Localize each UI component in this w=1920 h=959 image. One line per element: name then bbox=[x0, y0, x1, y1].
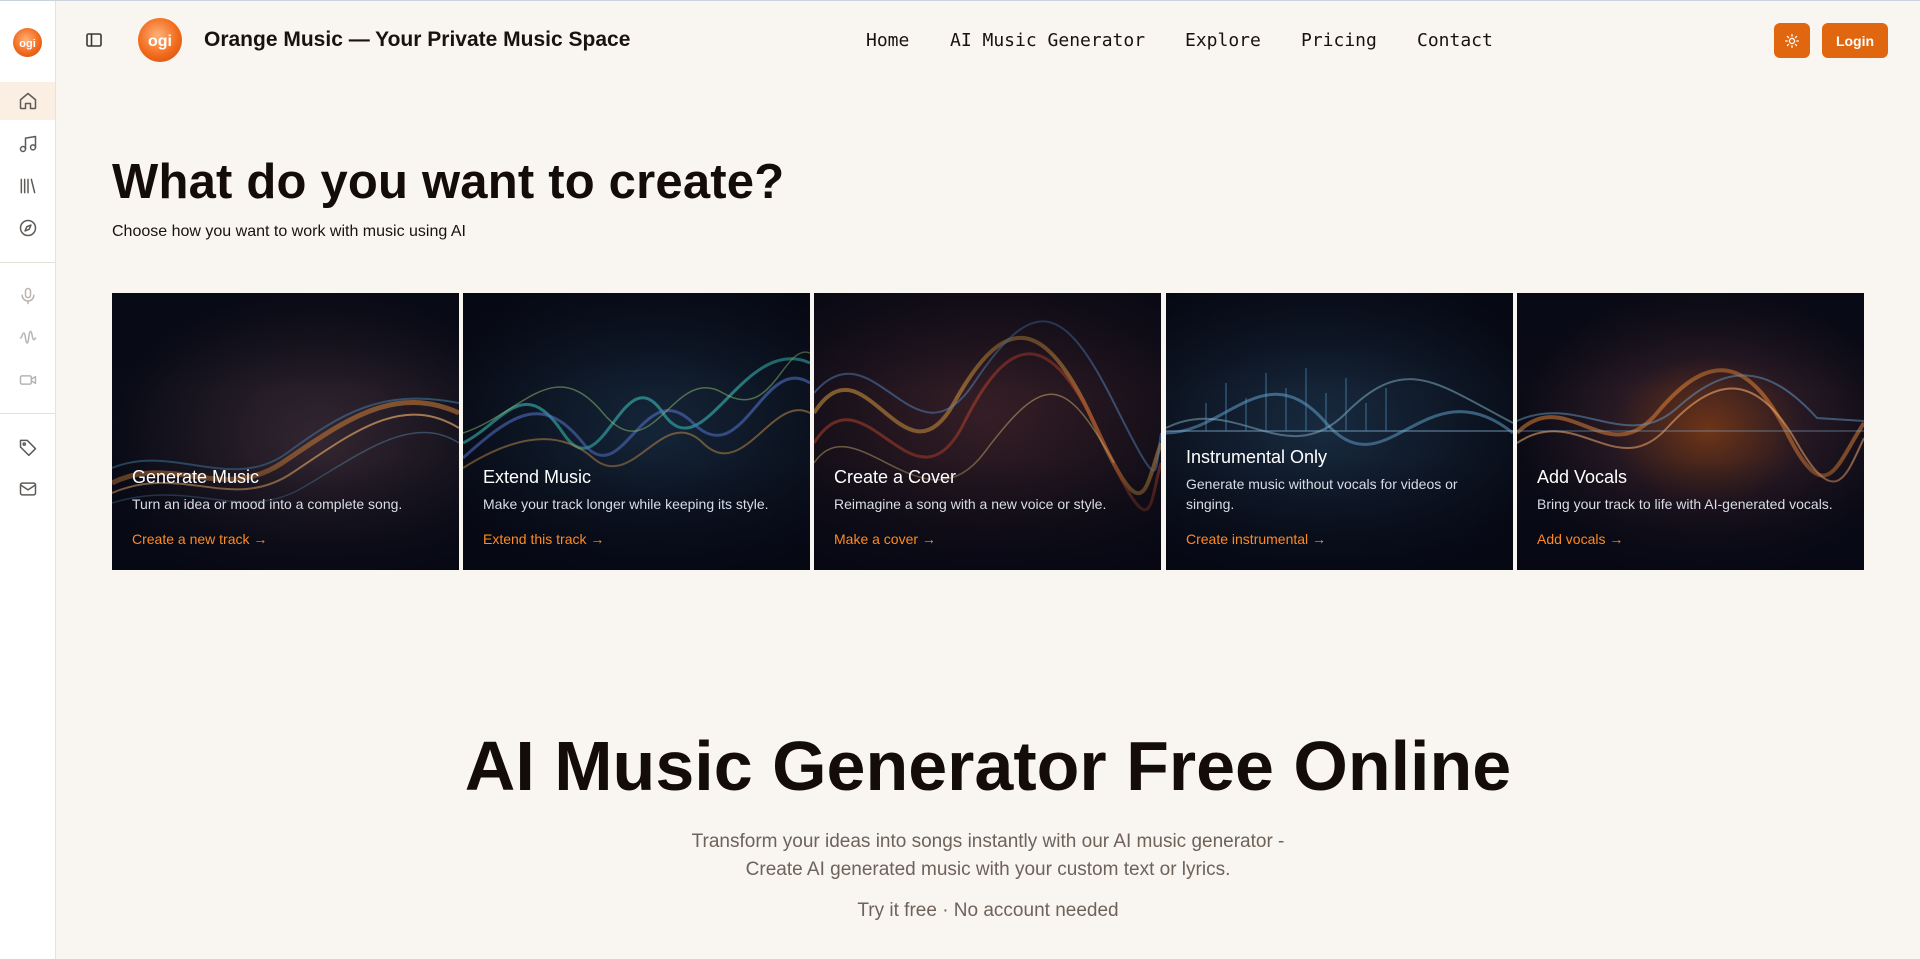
waveform-icon bbox=[19, 330, 36, 344]
card-title: Extend Music bbox=[483, 467, 592, 487]
sidebar-logo[interactable]: ogi bbox=[13, 28, 42, 57]
sidebar: ogi bbox=[0, 1, 56, 959]
generator-note: Try it free · No account needed bbox=[857, 900, 1119, 921]
sidebar-toggle-button[interactable] bbox=[84, 30, 104, 50]
sidebar-item-contact[interactable] bbox=[0, 470, 55, 508]
brand-title: Orange Music — Your Private Music Space bbox=[204, 28, 631, 51]
compass-icon bbox=[19, 219, 36, 237]
generator-title: AI Music Generator Free Online bbox=[464, 727, 1512, 805]
nav-ai-music-generator[interactable]: AI Music Generator bbox=[950, 30, 1145, 51]
card-link[interactable]: Create instrumental → bbox=[1186, 531, 1326, 547]
home-icon bbox=[19, 92, 36, 110]
sidebar-divider bbox=[0, 262, 55, 263]
nav-explore[interactable]: Explore bbox=[1185, 30, 1261, 51]
tag-icon bbox=[19, 439, 36, 457]
login-button[interactable]: Login bbox=[1822, 23, 1888, 58]
nav-pricing[interactable]: Pricing bbox=[1301, 30, 1377, 51]
svg-text:ogi: ogi bbox=[19, 38, 36, 50]
svg-text:ogi: ogi bbox=[148, 33, 172, 50]
logo-mark-icon: ogi bbox=[19, 38, 36, 50]
window-top-border bbox=[0, 0, 1920, 1]
card-link[interactable]: Create a new track → bbox=[132, 531, 267, 547]
card-overlay bbox=[463, 293, 810, 570]
video-icon bbox=[19, 375, 36, 385]
card-overlay bbox=[814, 293, 1161, 570]
card-title: Create a Cover bbox=[834, 467, 957, 487]
sun-icon bbox=[1784, 33, 1800, 48]
page-subtitle: Choose how you want to work with music u… bbox=[112, 223, 466, 240]
sidebar-toggle-icon bbox=[86, 33, 102, 47]
card-extend-music[interactable]: Extend Music Make your track longer whil… bbox=[463, 293, 810, 570]
card-overlay bbox=[1166, 293, 1513, 570]
theme-toggle-button[interactable] bbox=[1774, 23, 1810, 58]
card-overlay bbox=[112, 293, 459, 570]
brand-logo[interactable]: ogi bbox=[138, 18, 182, 62]
page-title: What do you want to create? bbox=[112, 155, 785, 209]
card-create-cover[interactable]: Create a Cover Reimagine a song with a n… bbox=[814, 293, 1161, 570]
library-icon bbox=[20, 178, 35, 194]
sidebar-item-music[interactable] bbox=[0, 125, 55, 163]
sidebar-item-video[interactable] bbox=[0, 361, 55, 399]
generator-subtitle-line: Transform your ideas into songs instantl… bbox=[691, 831, 1285, 852]
generator-subtitle: Transform your ideas into songs instantl… bbox=[0, 828, 1920, 884]
card-title: Add Vocals bbox=[1537, 467, 1628, 487]
card-title: Instrumental Only bbox=[1186, 447, 1328, 467]
sidebar-item-library[interactable] bbox=[0, 167, 55, 205]
card-instrumental-only[interactable]: Instrumental Only Generate music without… bbox=[1166, 293, 1513, 570]
card-description: Make your track longer while keeping its… bbox=[483, 496, 769, 512]
sidebar-item-voice[interactable] bbox=[0, 277, 55, 315]
nav-contact[interactable]: Contact bbox=[1417, 30, 1493, 51]
mail-icon bbox=[19, 482, 36, 496]
card-description: Generate music without vocals for videos… bbox=[1186, 476, 1458, 512]
generator-subtitle-line: Create AI generated music with your cust… bbox=[745, 859, 1231, 880]
card-link[interactable]: Add vocals → bbox=[1537, 531, 1623, 547]
sidebar-item-pricing[interactable] bbox=[0, 428, 55, 466]
card-description: Reimagine a song with a new voice or sty… bbox=[834, 496, 1107, 512]
card-link[interactable]: Make a cover → bbox=[834, 531, 936, 547]
card-description: Turn an idea or mood into a complete son… bbox=[132, 496, 403, 512]
card-overlay bbox=[1517, 293, 1864, 570]
nav-home[interactable]: Home bbox=[866, 30, 909, 51]
card-description: Bring your track to life with AI-generat… bbox=[1537, 496, 1833, 512]
card-generate-music[interactable]: Generate Music Turn an idea or mood into… bbox=[112, 293, 459, 570]
card-link[interactable]: Extend this track → bbox=[483, 531, 604, 547]
music-note-icon bbox=[19, 135, 36, 153]
card-title: Generate Music bbox=[132, 467, 260, 487]
sidebar-item-home[interactable] bbox=[0, 82, 55, 120]
microphone-icon bbox=[20, 287, 35, 305]
card-add-vocals[interactable]: Add Vocals Bring your track to life with… bbox=[1517, 293, 1864, 570]
sidebar-item-waveform[interactable] bbox=[0, 319, 55, 357]
sidebar-item-explore[interactable] bbox=[0, 209, 55, 247]
logo-mark-icon: ogi bbox=[148, 33, 172, 50]
sidebar-divider bbox=[0, 413, 55, 414]
